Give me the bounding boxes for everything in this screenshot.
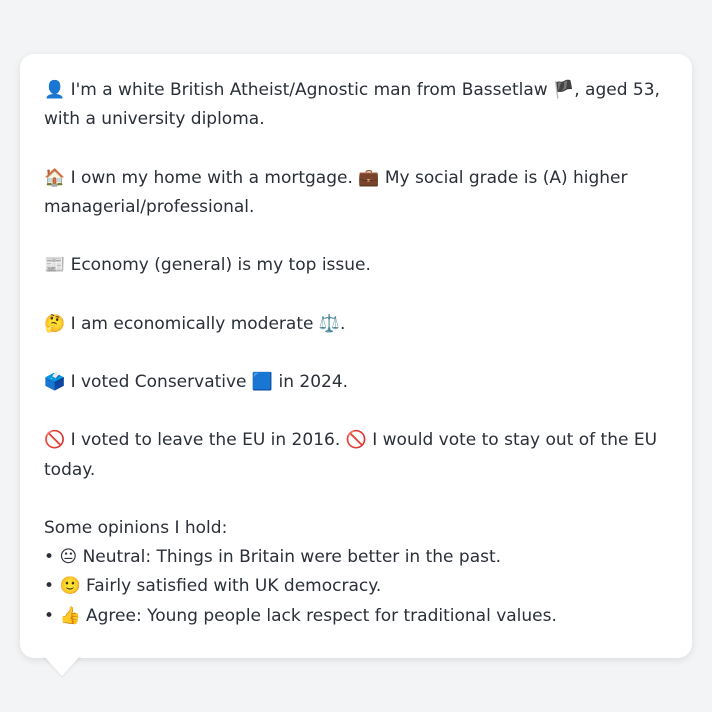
- opinion-text: Neutral: Things in Britain were better i…: [82, 547, 502, 568]
- brexit-paragraph: 🚫 I voted to leave the EU in 2016. 🚫 I w…: [44, 426, 668, 484]
- house-icon: 🏠: [44, 167, 66, 188]
- thumbs-up-icon: 👍: [59, 605, 81, 626]
- list-item: • 👍 Agree: Young people lack respect for…: [44, 602, 668, 631]
- opinions-section: Some opinions I hold: • 😐 Neutral: Thing…: [44, 514, 668, 631]
- vote-paragraph: 🗳️ I voted Conservative 🟦 in 2024.: [44, 368, 668, 397]
- briefcase-icon: 💼: [358, 167, 380, 188]
- person-icon: 👤: [44, 80, 66, 100]
- persona-card: 👤 I'm a white British Atheist/Agnostic m…: [20, 54, 692, 658]
- bullet: •: [44, 605, 55, 626]
- economics-text: I am economically moderate: [70, 313, 314, 334]
- slightly-smiling-face-icon: 🙂: [59, 576, 81, 597]
- home-paragraph: 🏠 I own my home with a mortgage. 💼 My so…: [44, 164, 668, 222]
- neutral-face-icon: 😐: [59, 547, 78, 568]
- issue-text: Economy (general) is my top issue.: [70, 255, 371, 276]
- vote-year-text: in 2024.: [278, 371, 349, 392]
- thinking-face-icon: 🤔: [44, 313, 66, 334]
- economics-end: .: [340, 313, 346, 334]
- ballot-box-icon: 🗳️: [44, 371, 66, 392]
- list-item: • 🙂 Fairly satisfied with UK democracy.: [44, 572, 668, 601]
- opinion-text: Agree: Young people lack respect for tra…: [86, 605, 557, 626]
- opinions-heading: Some opinions I hold:: [44, 517, 228, 538]
- list-item: • 😐 Neutral: Things in Britain were bett…: [44, 543, 668, 572]
- issue-paragraph: 📰 Economy (general) is my top issue.: [44, 251, 668, 280]
- identity-text: I'm a white British Atheist/Agnostic man…: [70, 80, 548, 100]
- vote-text: I voted Conservative: [70, 371, 247, 392]
- opinion-text: Fairly satisfied with UK democracy.: [86, 576, 382, 597]
- newspaper-icon: 📰: [44, 255, 66, 276]
- bullet: •: [44, 547, 55, 568]
- bullet: •: [44, 576, 55, 597]
- identity-paragraph: 👤 I'm a white British Atheist/Agnostic m…: [44, 76, 668, 134]
- balance-scale-icon: ⚖️: [318, 313, 341, 334]
- prohibited-icon: 🚫: [345, 430, 367, 451]
- home-text: I own my home with a mortgage.: [70, 167, 353, 188]
- brexit-2016-text: I voted to leave the EU in 2016.: [70, 430, 341, 451]
- economics-paragraph: 🤔 I am economically moderate ⚖️.: [44, 310, 668, 339]
- prohibited-icon: 🚫: [44, 430, 66, 451]
- england-flag-icon: 🏴: [553, 80, 575, 100]
- speech-bubble-tail: [42, 654, 82, 676]
- blue-square-icon: 🟦: [251, 371, 274, 392]
